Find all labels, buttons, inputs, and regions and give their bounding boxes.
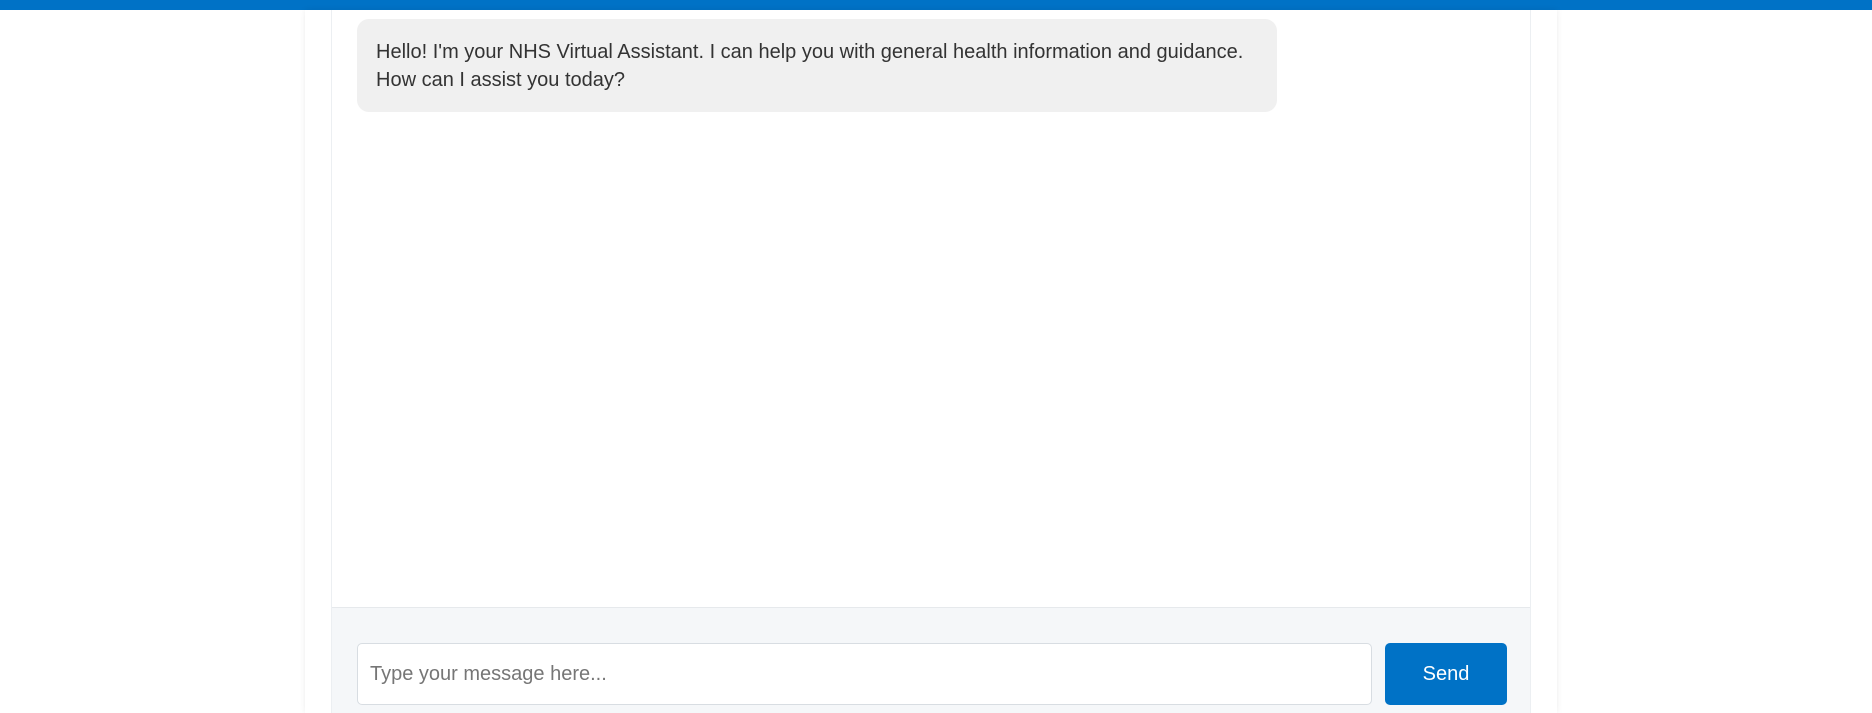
top-accent-bar	[0, 0, 1872, 10]
assistant-message-bubble: Hello! I'm your NHS Virtual Assistant. I…	[357, 19, 1277, 112]
chat-panel: Hello! I'm your NHS Virtual Assistant. I…	[331, 10, 1531, 713]
assistant-message-text-line: How can I assist you today?	[376, 69, 626, 91]
message-list[interactable]: Hello! I'm your NHS Virtual Assistant. I…	[332, 10, 1530, 607]
assistant-message-text-line: Hello! I'm your NHS Virtual Assistant. I…	[376, 41, 1244, 63]
composer-area: Send	[332, 607, 1530, 713]
message-input[interactable]	[357, 643, 1372, 705]
send-button[interactable]: Send	[1385, 643, 1507, 705]
